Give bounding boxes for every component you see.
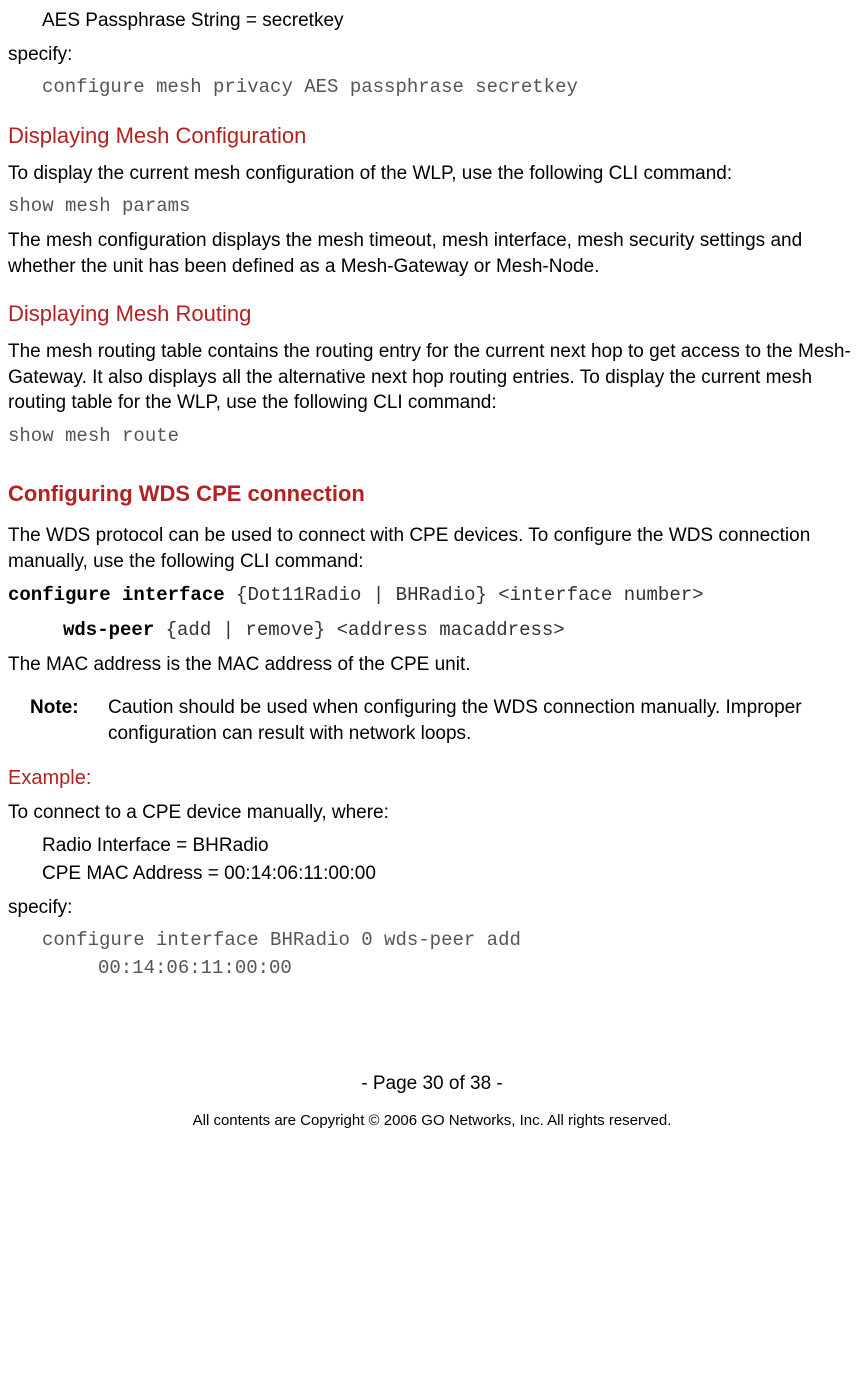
heading-configuring-wds: Configuring WDS CPE connection xyxy=(8,479,856,509)
body-text: The WDS protocol can be used to connect … xyxy=(8,523,856,574)
body-text: The mesh configuration displays the mesh… xyxy=(8,228,856,279)
cli-syntax: configure interface {Dot11Radio | BHRadi… xyxy=(8,582,856,609)
cli-command-cont: 00:14:06:11:00:00 xyxy=(8,956,856,982)
example-param: CPE MAC Address = 00:14:06:11:00:00 xyxy=(8,861,856,887)
cli-syntax-cont: wds-peer {add | remove} <address macaddr… xyxy=(8,617,856,644)
heading-example: Example: xyxy=(8,765,856,792)
example-param: Radio Interface = BHRadio xyxy=(8,833,856,859)
page-number: - Page 30 of 38 - xyxy=(8,1071,856,1097)
cli-args: {add | remove} <address macaddress> xyxy=(154,619,564,641)
specify-label: specify: xyxy=(8,42,856,68)
cli-command: show mesh params xyxy=(8,194,856,220)
cli-command: show mesh route xyxy=(8,424,856,450)
note-text: Caution should be used when configuring … xyxy=(108,695,856,746)
param-line: AES Passphrase String = secretkey xyxy=(8,8,856,34)
copyright-text: All contents are Copyright © 2006 GO Net… xyxy=(8,1111,856,1131)
specify-label: specify: xyxy=(8,895,856,921)
body-text: The mesh routing table contains the rout… xyxy=(8,339,856,416)
cli-command: configure mesh privacy AES passphrase se… xyxy=(8,75,856,101)
heading-displaying-mesh-config: Displaying Mesh Configuration xyxy=(8,121,856,151)
cli-command: configure interface BHRadio 0 wds-peer a… xyxy=(8,928,856,954)
cli-keyword: configure interface xyxy=(8,584,225,606)
cli-args: {Dot11Radio | BHRadio} <interface number… xyxy=(225,584,704,606)
note-label: Note: xyxy=(30,695,108,746)
heading-displaying-mesh-routing: Displaying Mesh Routing xyxy=(8,299,856,329)
body-text: To connect to a CPE device manually, whe… xyxy=(8,800,856,826)
body-text: To display the current mesh configuratio… xyxy=(8,161,856,187)
cli-keyword: wds-peer xyxy=(63,619,154,641)
note-block: Note: Caution should be used when config… xyxy=(30,695,856,746)
body-text: The MAC address is the MAC address of th… xyxy=(8,652,856,678)
